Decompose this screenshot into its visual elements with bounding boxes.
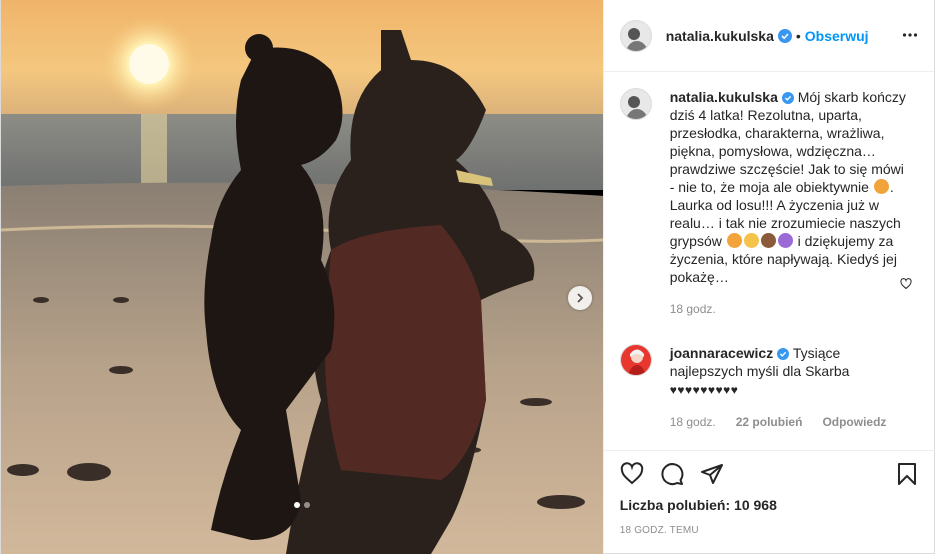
next-photo-button[interactable] bbox=[568, 286, 592, 310]
avatar-image bbox=[620, 345, 651, 375]
instagram-post: natalia.kukulska • Obserwuj natalia.kuku… bbox=[0, 0, 935, 554]
carousel-dot bbox=[303, 502, 310, 508]
verified-icon bbox=[781, 92, 794, 104]
avatar-image bbox=[620, 89, 651, 119]
action-icons bbox=[620, 451, 919, 497]
post-header: natalia.kukulska • Obserwuj bbox=[603, 0, 934, 72]
emoji-purple-heart-icon bbox=[777, 233, 793, 248]
author-avatar[interactable] bbox=[619, 19, 652, 52]
emoji-face-icon bbox=[726, 233, 742, 248]
follow-button[interactable]: Obserwuj bbox=[805, 28, 869, 44]
separator-dot: • bbox=[795, 27, 801, 44]
caption-time[interactable]: 18 godz. bbox=[670, 302, 716, 316]
comment-meta: 18 godz. 22 polubień Odpowiedz bbox=[670, 415, 919, 429]
comment-time[interactable]: 18 godz. bbox=[670, 415, 716, 429]
post-actions: Liczba polubień: 10 968 18 godz. temu bbox=[603, 450, 935, 554]
commenter-avatar[interactable] bbox=[619, 344, 652, 376]
reply-button[interactable]: Odpowiedz bbox=[822, 415, 886, 429]
post-photo[interactable] bbox=[1, 0, 603, 554]
verified-icon bbox=[777, 348, 790, 360]
chevron-right-icon bbox=[577, 293, 584, 303]
carousel-indicator bbox=[1, 502, 603, 508]
comment: joannaracewicz Tysiące najlepszych myśli… bbox=[619, 344, 919, 399]
comment-icon[interactable] bbox=[660, 462, 684, 486]
caption-meta: 18 godz. bbox=[670, 302, 919, 316]
comments-section: natalia.kukulska Mój skarb kończy dziś 4… bbox=[604, 72, 935, 450]
caption-author-avatar[interactable] bbox=[619, 88, 652, 120]
comment-text: joannaracewicz Tysiące najlepszych myśli… bbox=[670, 344, 890, 399]
verified-icon bbox=[777, 28, 792, 43]
more-icon[interactable] bbox=[902, 27, 918, 43]
comment-like-heart-icon[interactable] bbox=[900, 278, 912, 290]
author-username[interactable]: natalia.kukulska bbox=[666, 28, 774, 44]
emoji-cake-icon bbox=[760, 233, 776, 248]
emoji-face-icon bbox=[873, 179, 889, 194]
comment-item: joannaracewicz Tysiące najlepszych myśli… bbox=[619, 344, 919, 429]
avatar-image bbox=[620, 20, 651, 51]
bookmark-icon[interactable] bbox=[895, 462, 919, 486]
caption: natalia.kukulska Mój skarb kończy dziś 4… bbox=[619, 88, 919, 286]
emoji-party-icon bbox=[743, 233, 759, 248]
comment-hearts: ♥♥♥♥♥♥♥♥♥ bbox=[669, 383, 739, 397]
post-side-panel: natalia.kukulska • Obserwuj natalia.kuku… bbox=[602, 0, 935, 554]
caption-text: natalia.kukulska Mój skarb kończy dziś 4… bbox=[670, 88, 910, 286]
post-timestamp[interactable]: 18 godz. temu bbox=[620, 525, 919, 536]
heart-icon[interactable] bbox=[620, 462, 644, 486]
sunset-beach-photo bbox=[1, 0, 603, 554]
caption-author[interactable]: natalia.kukulska bbox=[670, 89, 778, 105]
commenter-username[interactable]: joannaracewicz bbox=[670, 345, 774, 361]
share-icon[interactable] bbox=[700, 462, 724, 486]
likes-count[interactable]: Liczba polubień: 10 968 bbox=[620, 497, 919, 513]
comment-likes[interactable]: 22 polubień bbox=[736, 415, 803, 429]
carousel-dot bbox=[293, 502, 300, 508]
